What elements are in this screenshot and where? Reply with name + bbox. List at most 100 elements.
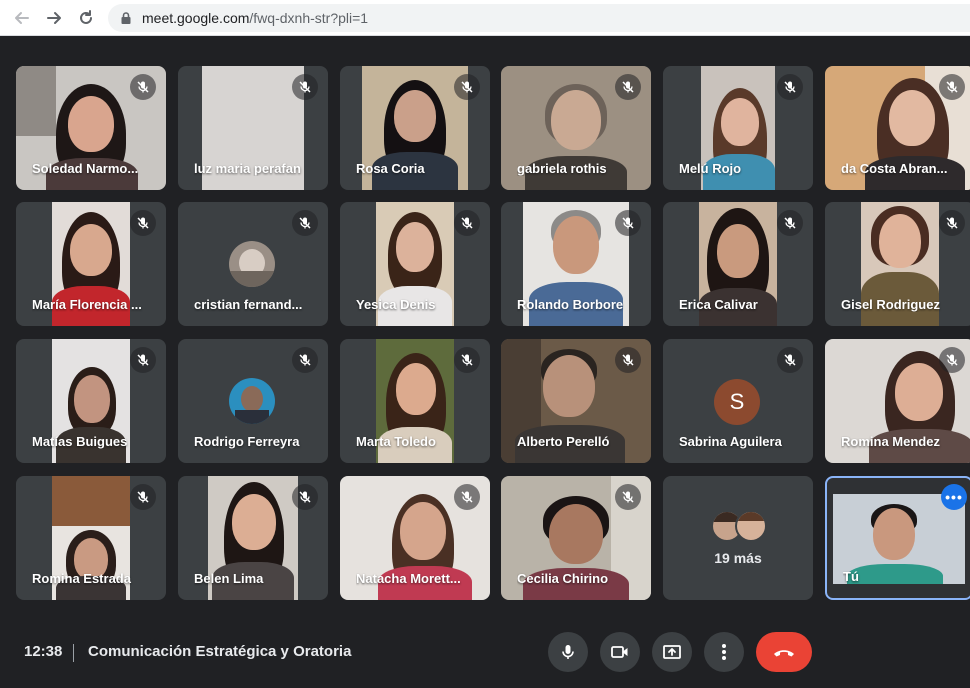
participant-tile[interactable]: Natacha Morett... bbox=[340, 476, 490, 600]
participant-name: Alberto Perelló bbox=[517, 434, 610, 449]
camera-icon bbox=[611, 646, 628, 658]
participant-name: Cecilia Chirino bbox=[517, 571, 609, 586]
mic-off-icon bbox=[130, 210, 156, 236]
url-domain: meet.google.com bbox=[142, 10, 250, 26]
present-screen-button[interactable] bbox=[652, 632, 692, 672]
participant-name: Sabrina Aguilera bbox=[679, 434, 782, 449]
participant-tile[interactable]: da Costa Abran... bbox=[825, 66, 970, 190]
mic-off-icon bbox=[939, 347, 965, 373]
participant-tile[interactable]: cristian fernand... bbox=[178, 202, 328, 326]
meeting-controls-bar: 12:38 Comunicación Estratégica y Oratori… bbox=[0, 616, 970, 688]
mic-off-icon bbox=[777, 210, 803, 236]
browser-toolbar: meet.google.com/fwq-dxnh-str?pli=1 bbox=[0, 0, 970, 36]
more-participants-tile[interactable]: 19 más bbox=[663, 476, 813, 600]
participant-name: Soledad Narmo... bbox=[32, 161, 139, 176]
mic-off-icon bbox=[615, 484, 641, 510]
participant-grid: Soledad Narmo... luz maria perafan Rosa … bbox=[0, 36, 970, 616]
divider bbox=[73, 644, 74, 662]
back-icon[interactable] bbox=[10, 6, 34, 30]
lock-icon bbox=[121, 12, 131, 24]
more-participants-avatars bbox=[711, 510, 771, 542]
mic-off-icon bbox=[292, 347, 318, 373]
hang-up-icon bbox=[774, 650, 794, 657]
participant-name: Rosa Coria bbox=[356, 161, 425, 176]
meeting-clock: 12:38 bbox=[24, 643, 63, 660]
participant-tile[interactable]: Romina Mendez bbox=[825, 339, 970, 463]
self-view-tile[interactable]: ••• Tú bbox=[825, 476, 970, 600]
participant-name: Erica Calivar bbox=[679, 297, 758, 312]
mic-off-icon bbox=[454, 74, 480, 100]
participant-tile[interactable]: Alberto Perelló bbox=[501, 339, 651, 463]
more-options-icon[interactable]: ••• bbox=[941, 484, 967, 510]
more-participants-count: 19 más bbox=[714, 550, 762, 566]
participant-tile[interactable]: Gisel Rodriguez bbox=[825, 202, 970, 326]
mic-off-icon bbox=[454, 484, 480, 510]
mic-off-icon bbox=[130, 347, 156, 373]
mic-off-icon bbox=[615, 210, 641, 236]
participant-name: Natacha Morett... bbox=[356, 571, 461, 586]
participant-name: Rolando Borbore bbox=[517, 297, 624, 312]
participant-name: Belen Lima bbox=[194, 571, 264, 586]
participant-tile[interactable]: Erica Calivar bbox=[663, 202, 813, 326]
avatar: S bbox=[714, 379, 760, 425]
mic-off-icon bbox=[615, 347, 641, 373]
mic-off-icon bbox=[454, 347, 480, 373]
participant-name: Melú Rojo bbox=[679, 161, 742, 176]
mic-off-icon bbox=[292, 210, 318, 236]
participant-tile[interactable]: Cecilia Chirino bbox=[501, 476, 651, 600]
participant-tile[interactable]: Rosa Coria bbox=[340, 66, 490, 190]
more-options-button[interactable] bbox=[704, 632, 744, 672]
leave-call-button[interactable] bbox=[756, 632, 812, 672]
participant-tile[interactable]: Rodrigo Ferreyra bbox=[178, 339, 328, 463]
participant-name: gabriela rothis bbox=[517, 161, 607, 176]
url-text: meet.google.com/fwq-dxnh-str?pli=1 bbox=[142, 10, 368, 26]
participant-tile[interactable]: S Sabrina Aguilera bbox=[663, 339, 813, 463]
participant-tile[interactable]: Matías Buigues bbox=[16, 339, 166, 463]
reload-icon[interactable] bbox=[74, 6, 98, 30]
participant-tile[interactable]: María Florencia ... bbox=[16, 202, 166, 326]
participant-tile[interactable]: luz maria perafan bbox=[178, 66, 328, 190]
participant-name: Rodrigo Ferreyra bbox=[194, 434, 300, 449]
participant-name: Romina Estrada bbox=[32, 571, 131, 586]
participant-tile[interactable]: Melú Rojo bbox=[663, 66, 813, 190]
avatar bbox=[229, 241, 275, 287]
participant-tile[interactable]: gabriela rothis bbox=[501, 66, 651, 190]
participant-name: Matías Buigues bbox=[32, 434, 128, 449]
mic-off-icon bbox=[939, 210, 965, 236]
mic-off-icon bbox=[777, 347, 803, 373]
participant-name: Gisel Rodriguez bbox=[841, 297, 940, 312]
participant-name: María Florencia ... bbox=[32, 297, 142, 312]
microphone-icon bbox=[562, 645, 574, 659]
participant-name: Yesica Denis bbox=[356, 297, 436, 312]
mic-off-icon bbox=[777, 74, 803, 100]
avatar bbox=[735, 510, 767, 542]
microphone-button[interactable] bbox=[548, 632, 588, 672]
participant-tile[interactable]: Belen Lima bbox=[178, 476, 328, 600]
participant-name: Romina Mendez bbox=[841, 434, 940, 449]
participant-name: Tú bbox=[843, 569, 859, 584]
participant-tile[interactable]: Yesica Denis bbox=[340, 202, 490, 326]
participant-name: cristian fernand... bbox=[194, 297, 303, 312]
url-path: /fwq-dxnh-str?pli=1 bbox=[249, 10, 369, 26]
avatar bbox=[229, 378, 275, 424]
participant-tile[interactable]: Marta Toledo bbox=[340, 339, 490, 463]
present-screen-icon bbox=[663, 645, 681, 659]
mic-off-icon bbox=[939, 74, 965, 100]
participant-tile[interactable]: Rolando Borbore bbox=[501, 202, 651, 326]
participant-name: Marta Toledo bbox=[356, 434, 436, 449]
participant-name: luz maria perafan bbox=[194, 161, 301, 176]
camera-button[interactable] bbox=[600, 632, 640, 672]
meeting-title: Comunicación Estratégica y Oratoria bbox=[88, 643, 352, 660]
mic-off-icon bbox=[615, 74, 641, 100]
mic-off-icon bbox=[130, 484, 156, 510]
mic-off-icon bbox=[292, 484, 318, 510]
mic-off-icon bbox=[130, 74, 156, 100]
participant-tile[interactable]: Romina Estrada bbox=[16, 476, 166, 600]
vertical-dots-icon bbox=[722, 644, 726, 660]
mic-off-icon bbox=[454, 210, 480, 236]
participant-name: da Costa Abran... bbox=[841, 161, 948, 176]
participant-tile[interactable]: Soledad Narmo... bbox=[16, 66, 166, 190]
forward-icon[interactable] bbox=[42, 6, 66, 30]
mic-off-icon bbox=[292, 74, 318, 100]
address-bar[interactable]: meet.google.com/fwq-dxnh-str?pli=1 bbox=[108, 4, 970, 32]
